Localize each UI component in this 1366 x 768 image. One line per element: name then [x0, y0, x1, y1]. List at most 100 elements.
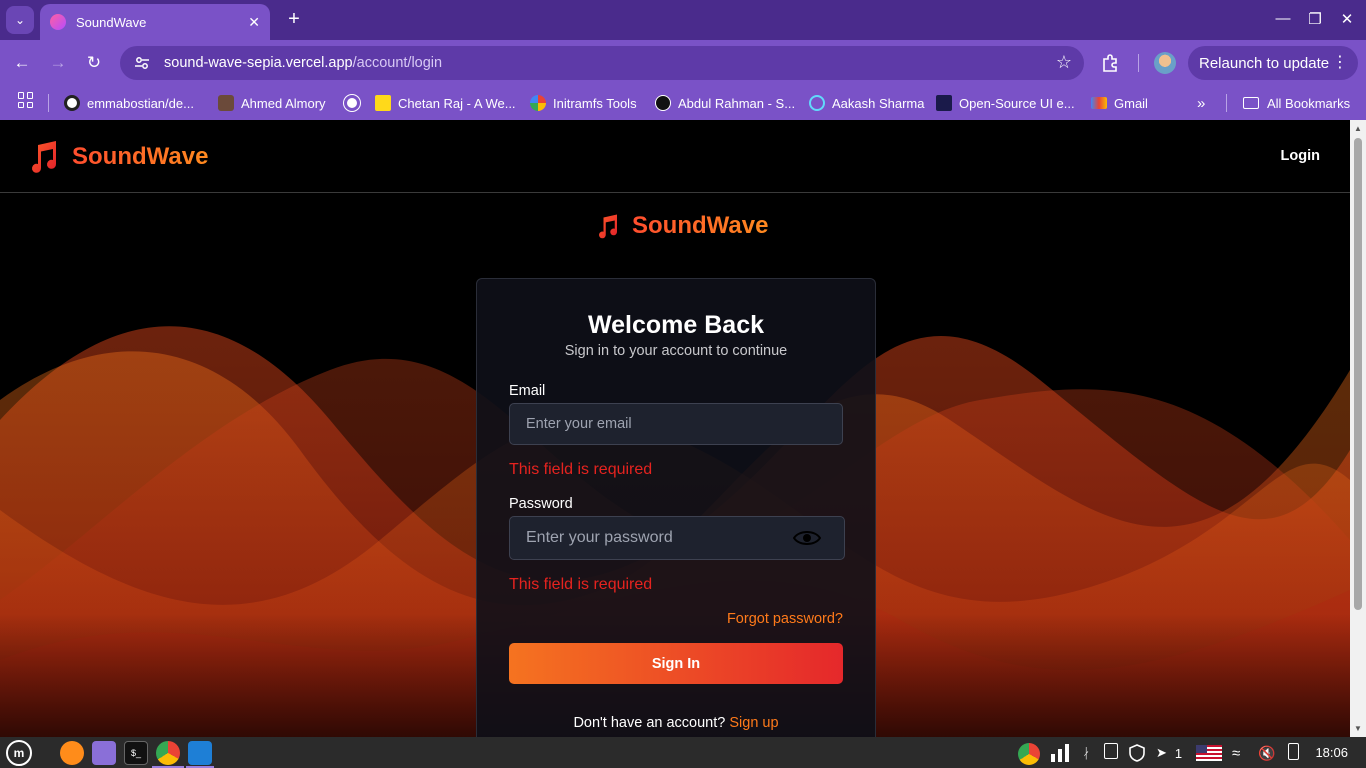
- window-close-icon[interactable]: ✕: [1337, 10, 1357, 28]
- terminal-icon[interactable]: $_: [124, 741, 148, 765]
- scroll-up-icon[interactable]: ▲: [1354, 124, 1362, 133]
- firefox-icon[interactable]: [60, 741, 84, 765]
- bluetooth-icon[interactable]: ᛅ: [1082, 743, 1090, 763]
- google-icon: [530, 95, 546, 111]
- sign-in-button[interactable]: Sign In: [509, 643, 843, 684]
- react-icon: [809, 95, 825, 111]
- bookmark-item[interactable]: Abdul Rahman - S...: [655, 93, 795, 113]
- chrome-tray-icon[interactable]: [1018, 743, 1040, 765]
- bookmarks-bar: emmabostian/de... Ahmed Almory Chetan Ra…: [0, 86, 1366, 120]
- extensions-icon[interactable]: [1100, 52, 1122, 74]
- relaunch-label: Relaunch to update: [1199, 54, 1330, 72]
- new-tab-button[interactable]: +: [282, 8, 306, 32]
- bookmark-item[interactable]: emmabostian/de...: [64, 93, 194, 113]
- vscode-icon[interactable]: [188, 741, 212, 765]
- sign-up-link[interactable]: Sign up: [729, 715, 778, 731]
- page-scrollbar[interactable]: ▲ ▼: [1350, 120, 1366, 737]
- site-info-icon[interactable]: [132, 53, 152, 73]
- gmail-icon: [1091, 97, 1107, 109]
- mint-menu-icon[interactable]: m: [6, 740, 32, 766]
- bookmark-label: Initramfs Tools: [553, 95, 637, 111]
- bookmark-item[interactable]: Chetan Raj - A We...: [375, 93, 516, 113]
- notifications-icon[interactable]: ➤ 1: [1156, 743, 1182, 763]
- more-bookmarks-chevron-icon[interactable]: »: [1197, 93, 1205, 113]
- bookmark-label: Chetan Raj - A We...: [398, 95, 516, 111]
- all-bookmarks-label: All Bookmarks: [1267, 95, 1351, 111]
- reload-icon[interactable]: ↻: [82, 51, 106, 75]
- soundwave-favicon-icon: [50, 14, 66, 30]
- forgot-password-link[interactable]: Forgot password?: [727, 611, 843, 627]
- folder-icon: [1243, 97, 1259, 109]
- menu-dots-icon[interactable]: ⋮: [1332, 52, 1348, 72]
- bookmark-label: emmabostian/de...: [87, 95, 194, 111]
- all-bookmarks-folder[interactable]: All Bookmarks: [1243, 93, 1350, 113]
- login-subtitle: Sign in to your account to continue: [564, 343, 788, 359]
- apps-grid-icon[interactable]: [18, 92, 34, 108]
- scroll-thumb[interactable]: [1354, 138, 1362, 610]
- bookmark-item[interactable]: Ahmed Almory: [218, 93, 326, 113]
- wifi-icon[interactable]: ≈: [1232, 743, 1240, 763]
- signup-prompt: Don't have an account? Sign up: [477, 715, 875, 731]
- password-label: Password: [509, 496, 573, 512]
- bookmark-item[interactable]: Initramfs Tools: [530, 93, 637, 113]
- bookmark-item[interactable]: [344, 93, 367, 113]
- page-viewport: SoundWave Login SoundWave Welcome Back S…: [0, 120, 1350, 737]
- tab-search-button[interactable]: ⌄: [6, 6, 34, 34]
- files-icon[interactable]: [92, 741, 116, 765]
- profile-avatar[interactable]: [1154, 52, 1176, 74]
- login-title: Welcome Back: [587, 311, 764, 339]
- site-brand-name: SoundWave: [72, 143, 209, 170]
- us-flag-keyboard-icon[interactable]: [1196, 745, 1222, 761]
- yellow-square-icon: [375, 95, 391, 111]
- bookmark-item[interactable]: Aakash Sharma: [809, 93, 925, 113]
- bookmark-label: Ahmed Almory: [241, 95, 326, 111]
- music-note-icon: [32, 141, 57, 173]
- relaunch-button[interactable]: Relaunch to update ⋮: [1188, 46, 1358, 80]
- network-bars-icon[interactable]: [1050, 743, 1070, 763]
- site-logo[interactable]: SoundWave: [28, 140, 208, 174]
- chevron-down-icon: ⌄: [14, 13, 26, 27]
- minimize-icon[interactable]: —: [1273, 10, 1293, 27]
- address-bar[interactable]: sound-wave-sepia.vercel.app/account/logi…: [120, 46, 1084, 80]
- clock[interactable]: 18:06: [1315, 745, 1348, 760]
- bookmark-item[interactable]: Gmail: [1091, 93, 1148, 113]
- back-icon[interactable]: ←: [10, 51, 34, 75]
- os-taskbar: m $_ ᛅ ➤ 1 ≈ 🔇 18:06: [0, 737, 1366, 768]
- tab-title: SoundWave: [76, 14, 147, 30]
- toolbar-divider: [1138, 54, 1139, 72]
- battery-icon[interactable]: [1288, 743, 1299, 760]
- url-host: sound-wave-sepia.vercel.app: [164, 55, 353, 71]
- close-icon[interactable]: ✕: [248, 14, 260, 31]
- restore-icon[interactable]: ❐: [1305, 10, 1325, 28]
- globe-icon: [344, 95, 360, 111]
- bookmark-label: Aakash Sharma: [832, 95, 925, 111]
- github-icon: [64, 95, 80, 111]
- nav-login-link[interactable]: Login: [1281, 148, 1320, 164]
- bookmark-star-icon[interactable]: ☆: [1056, 52, 1072, 73]
- forward-icon[interactable]: →: [46, 51, 70, 75]
- a-logo-icon: [655, 95, 671, 111]
- bookmarks-divider: [48, 94, 49, 112]
- scroll-down-icon[interactable]: ▼: [1354, 724, 1362, 733]
- ui-icon: [936, 95, 952, 111]
- bookmark-label: Abdul Rahman - S...: [678, 95, 796, 111]
- tab-active[interactable]: SoundWave ✕: [40, 4, 270, 40]
- bookmark-item[interactable]: Open-Source UI e...: [936, 93, 1075, 113]
- site-header: SoundWave Login: [0, 120, 1350, 193]
- person-icon: [218, 95, 234, 111]
- center-logo: SoundWave: [596, 212, 768, 240]
- shield-icon[interactable]: [1128, 743, 1146, 763]
- bookmark-label: Open-Source UI e...: [959, 95, 1075, 111]
- volume-muted-icon[interactable]: 🔇: [1258, 743, 1275, 763]
- music-note-icon: [599, 214, 618, 238]
- chrome-icon[interactable]: [156, 741, 180, 765]
- clipboard-icon[interactable]: [1104, 743, 1118, 759]
- url-path: /account/login: [352, 55, 443, 71]
- bookmark-label: Gmail: [1114, 95, 1148, 111]
- bookmarks-divider: [1226, 94, 1227, 112]
- show-password-eye-icon[interactable]: [792, 529, 822, 547]
- login-card: Welcome Back Sign in to your account to …: [476, 278, 876, 737]
- tab-strip: ⌄ SoundWave ✕ + — ❐ ✕: [0, 0, 1366, 40]
- notification-count: 1: [1174, 745, 1183, 761]
- email-input[interactable]: [509, 403, 843, 445]
